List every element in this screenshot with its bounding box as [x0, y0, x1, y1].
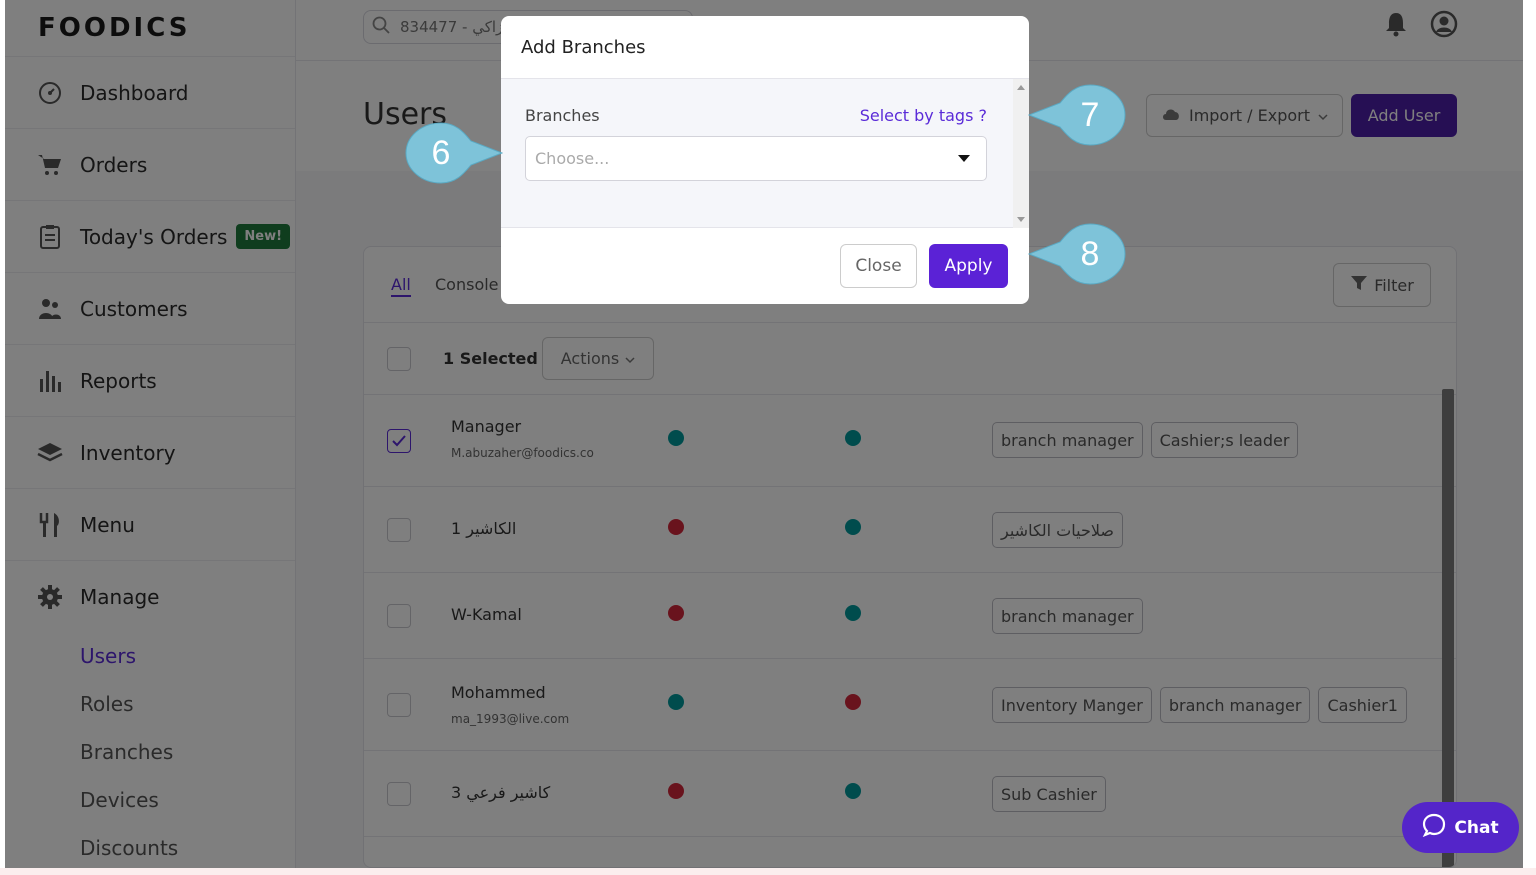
select-by-tags-link[interactable]: Select by tags ? — [860, 106, 987, 125]
scroll-up-icon[interactable] — [1017, 85, 1025, 90]
modal-scrollbar[interactable] — [1013, 79, 1029, 228]
chat-bubble-icon — [1422, 813, 1446, 842]
branches-label: Branches — [525, 106, 600, 125]
chat-button[interactable]: Chat — [1402, 802, 1519, 853]
step-callout-8: 8 — [1028, 223, 1126, 285]
apply-button[interactable]: Apply — [929, 244, 1008, 288]
window-bottom-edge — [0, 868, 1536, 875]
chat-label: Chat — [1454, 817, 1499, 838]
scroll-down-icon[interactable] — [1017, 217, 1025, 222]
add-branches-modal: Add Branches Branches Select by tags ? C… — [501, 16, 1029, 304]
branches-select-placeholder: Choose... — [535, 149, 610, 168]
modal-body: Branches Select by tags ? Choose... — [501, 79, 1029, 228]
step-callout-7: 7 — [1028, 84, 1126, 146]
step-number: 7 — [1080, 95, 1100, 134]
step-number: 8 — [1080, 234, 1100, 273]
branches-select[interactable]: Choose... — [525, 136, 987, 181]
step-number: 6 — [431, 133, 451, 172]
caret-down-icon — [958, 155, 970, 162]
step-callout-6: 6 — [405, 122, 503, 184]
modal-title: Add Branches — [501, 16, 1029, 79]
close-button[interactable]: Close — [840, 244, 917, 288]
